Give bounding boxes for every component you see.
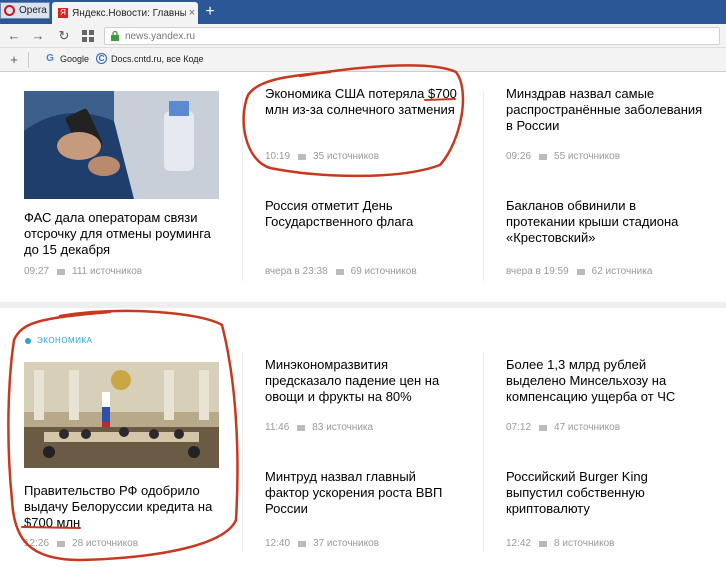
story-title[interactable]: Минтруд назвал главный фактор ускорения … <box>265 469 460 517</box>
story-sources[interactable]: 35 источников <box>313 151 379 162</box>
lock-icon <box>111 31 119 41</box>
address-text: news.yandex.ru <box>125 30 196 42</box>
bookmark-label: Google <box>60 54 90 64</box>
column-divider <box>242 352 243 552</box>
section-divider <box>0 302 726 308</box>
story-time: вчера в 19:59 <box>506 266 569 277</box>
sources-icon <box>335 268 344 275</box>
story-sources[interactable]: 111 источников <box>72 266 142 277</box>
story-time: 12:40 <box>265 538 291 549</box>
column-divider <box>242 91 243 281</box>
story-meta: 12:40 37 источников <box>265 538 379 549</box>
sources-icon <box>57 268 66 275</box>
story-meta: вчера в 19:59 62 источника <box>506 266 652 277</box>
story-sources[interactable]: 28 источников <box>72 538 138 549</box>
story-meta: 09:27 111 источников <box>24 266 142 277</box>
story-time: 09:27 <box>24 266 50 277</box>
column-divider <box>483 352 484 552</box>
bookmark-docs-cntd[interactable]: C Docs.cntd.ru, все Коде <box>96 53 204 64</box>
sources-icon <box>539 424 548 431</box>
bookmarks-bar: + G Google C Docs.cntd.ru, все Коде <box>0 48 726 72</box>
story-meta: 12:26 28 источников <box>24 538 138 549</box>
bookmark-label: Docs.cntd.ru, все Коде <box>111 53 204 64</box>
story-meta: 12:42 8 источников <box>506 538 614 549</box>
yandex-favicon-icon: Я <box>58 8 68 18</box>
story-meta: 07:12 47 источников <box>506 422 620 433</box>
story-sources[interactable]: 83 источника <box>312 422 373 433</box>
rubric-economy[interactable]: ЭКОНОМИКА <box>25 336 92 345</box>
forward-icon[interactable]: → <box>30 28 46 44</box>
story-sources[interactable]: 37 источников <box>313 538 379 549</box>
story-title[interactable]: Российский Burger King выпустил собствен… <box>506 469 706 517</box>
google-icon: G <box>46 53 54 64</box>
sources-icon <box>298 540 307 547</box>
rubric-dot-icon <box>25 337 31 344</box>
story-time: 12:26 <box>24 538 50 549</box>
new-tab-button[interactable]: + <box>202 4 218 20</box>
story-sources[interactable]: 47 источников <box>554 422 620 433</box>
add-bookmark-icon[interactable]: + <box>6 52 22 68</box>
address-toolbar: ← → ↻ news.yandex.ru <box>0 24 726 48</box>
story-title[interactable]: Экономика США потеряла $700 млн из-за со… <box>265 86 465 118</box>
news-page: ФАС дала операторам связи отсрочку для о… <box>0 72 726 568</box>
story-title[interactable]: Минэкономразвития предсказало падение це… <box>265 357 460 405</box>
sources-icon <box>298 153 307 160</box>
story-time: 09:26 <box>506 151 532 162</box>
sources-icon <box>539 540 548 547</box>
story-time: 12:42 <box>506 538 532 549</box>
reload-icon[interactable]: ↻ <box>56 28 72 44</box>
speed-dial-icon[interactable] <box>80 28 96 44</box>
sources-icon <box>57 540 66 547</box>
story-sources[interactable]: 8 источников <box>554 538 614 549</box>
story-time: 07:12 <box>506 422 532 433</box>
docs-cntd-icon: C <box>96 53 107 64</box>
back-icon[interactable]: ← <box>6 28 22 44</box>
sources-icon <box>297 424 306 431</box>
opera-menu-label: Opera <box>19 5 47 16</box>
story-title[interactable]: Россия отметит День Государственного фла… <box>265 198 465 230</box>
sources-icon <box>539 153 548 160</box>
tab-title: Яндекс.Новости: Главные <box>72 7 186 19</box>
story-time: 11:46 <box>265 422 290 433</box>
address-field[interactable]: news.yandex.ru <box>104 27 720 45</box>
rubric-label: ЭКОНОМИКА <box>37 336 93 345</box>
opera-menu-button[interactable]: Opera <box>0 2 50 19</box>
story-sources[interactable]: 69 источников <box>351 266 417 277</box>
story-sources[interactable]: 62 источника <box>592 266 653 277</box>
story-meta: 10:19 35 источников <box>265 151 379 162</box>
story-meta: 09:26 55 источников <box>506 151 620 162</box>
story-photo-government[interactable] <box>24 362 219 468</box>
story-title[interactable]: Бакланов обвинили в протекании крыши ста… <box>506 198 706 246</box>
tab-yandex-news[interactable]: Я Яндекс.Новости: Главные × <box>52 2 198 24</box>
opera-logo-icon <box>4 5 15 16</box>
column-divider <box>483 91 484 281</box>
story-title[interactable]: Правительство РФ одобрило выдачу Белорус… <box>24 483 244 531</box>
story-title[interactable]: ФАС дала операторам связи отсрочку для о… <box>24 210 219 258</box>
bookmarks-divider <box>28 52 29 68</box>
bookmark-google[interactable]: G Google <box>44 53 89 65</box>
tab-bar: Opera Я Яндекс.Новости: Главные × + <box>0 0 726 24</box>
close-icon[interactable]: × <box>186 7 198 19</box>
story-meta: вчера в 23:38 69 источников <box>265 266 417 277</box>
story-title[interactable]: Минздрав назвал самые распространённые з… <box>506 86 706 134</box>
story-sources[interactable]: 55 источников <box>554 151 620 162</box>
story-photo-roaming[interactable] <box>24 91 219 199</box>
story-time: вчера в 23:38 <box>265 266 328 277</box>
sources-icon <box>576 268 585 275</box>
story-title[interactable]: Более 1,3 млрд рублей выделено Минсельхо… <box>506 357 706 405</box>
story-meta: 11:46 83 источника <box>265 422 373 433</box>
story-time: 10:19 <box>265 151 291 162</box>
